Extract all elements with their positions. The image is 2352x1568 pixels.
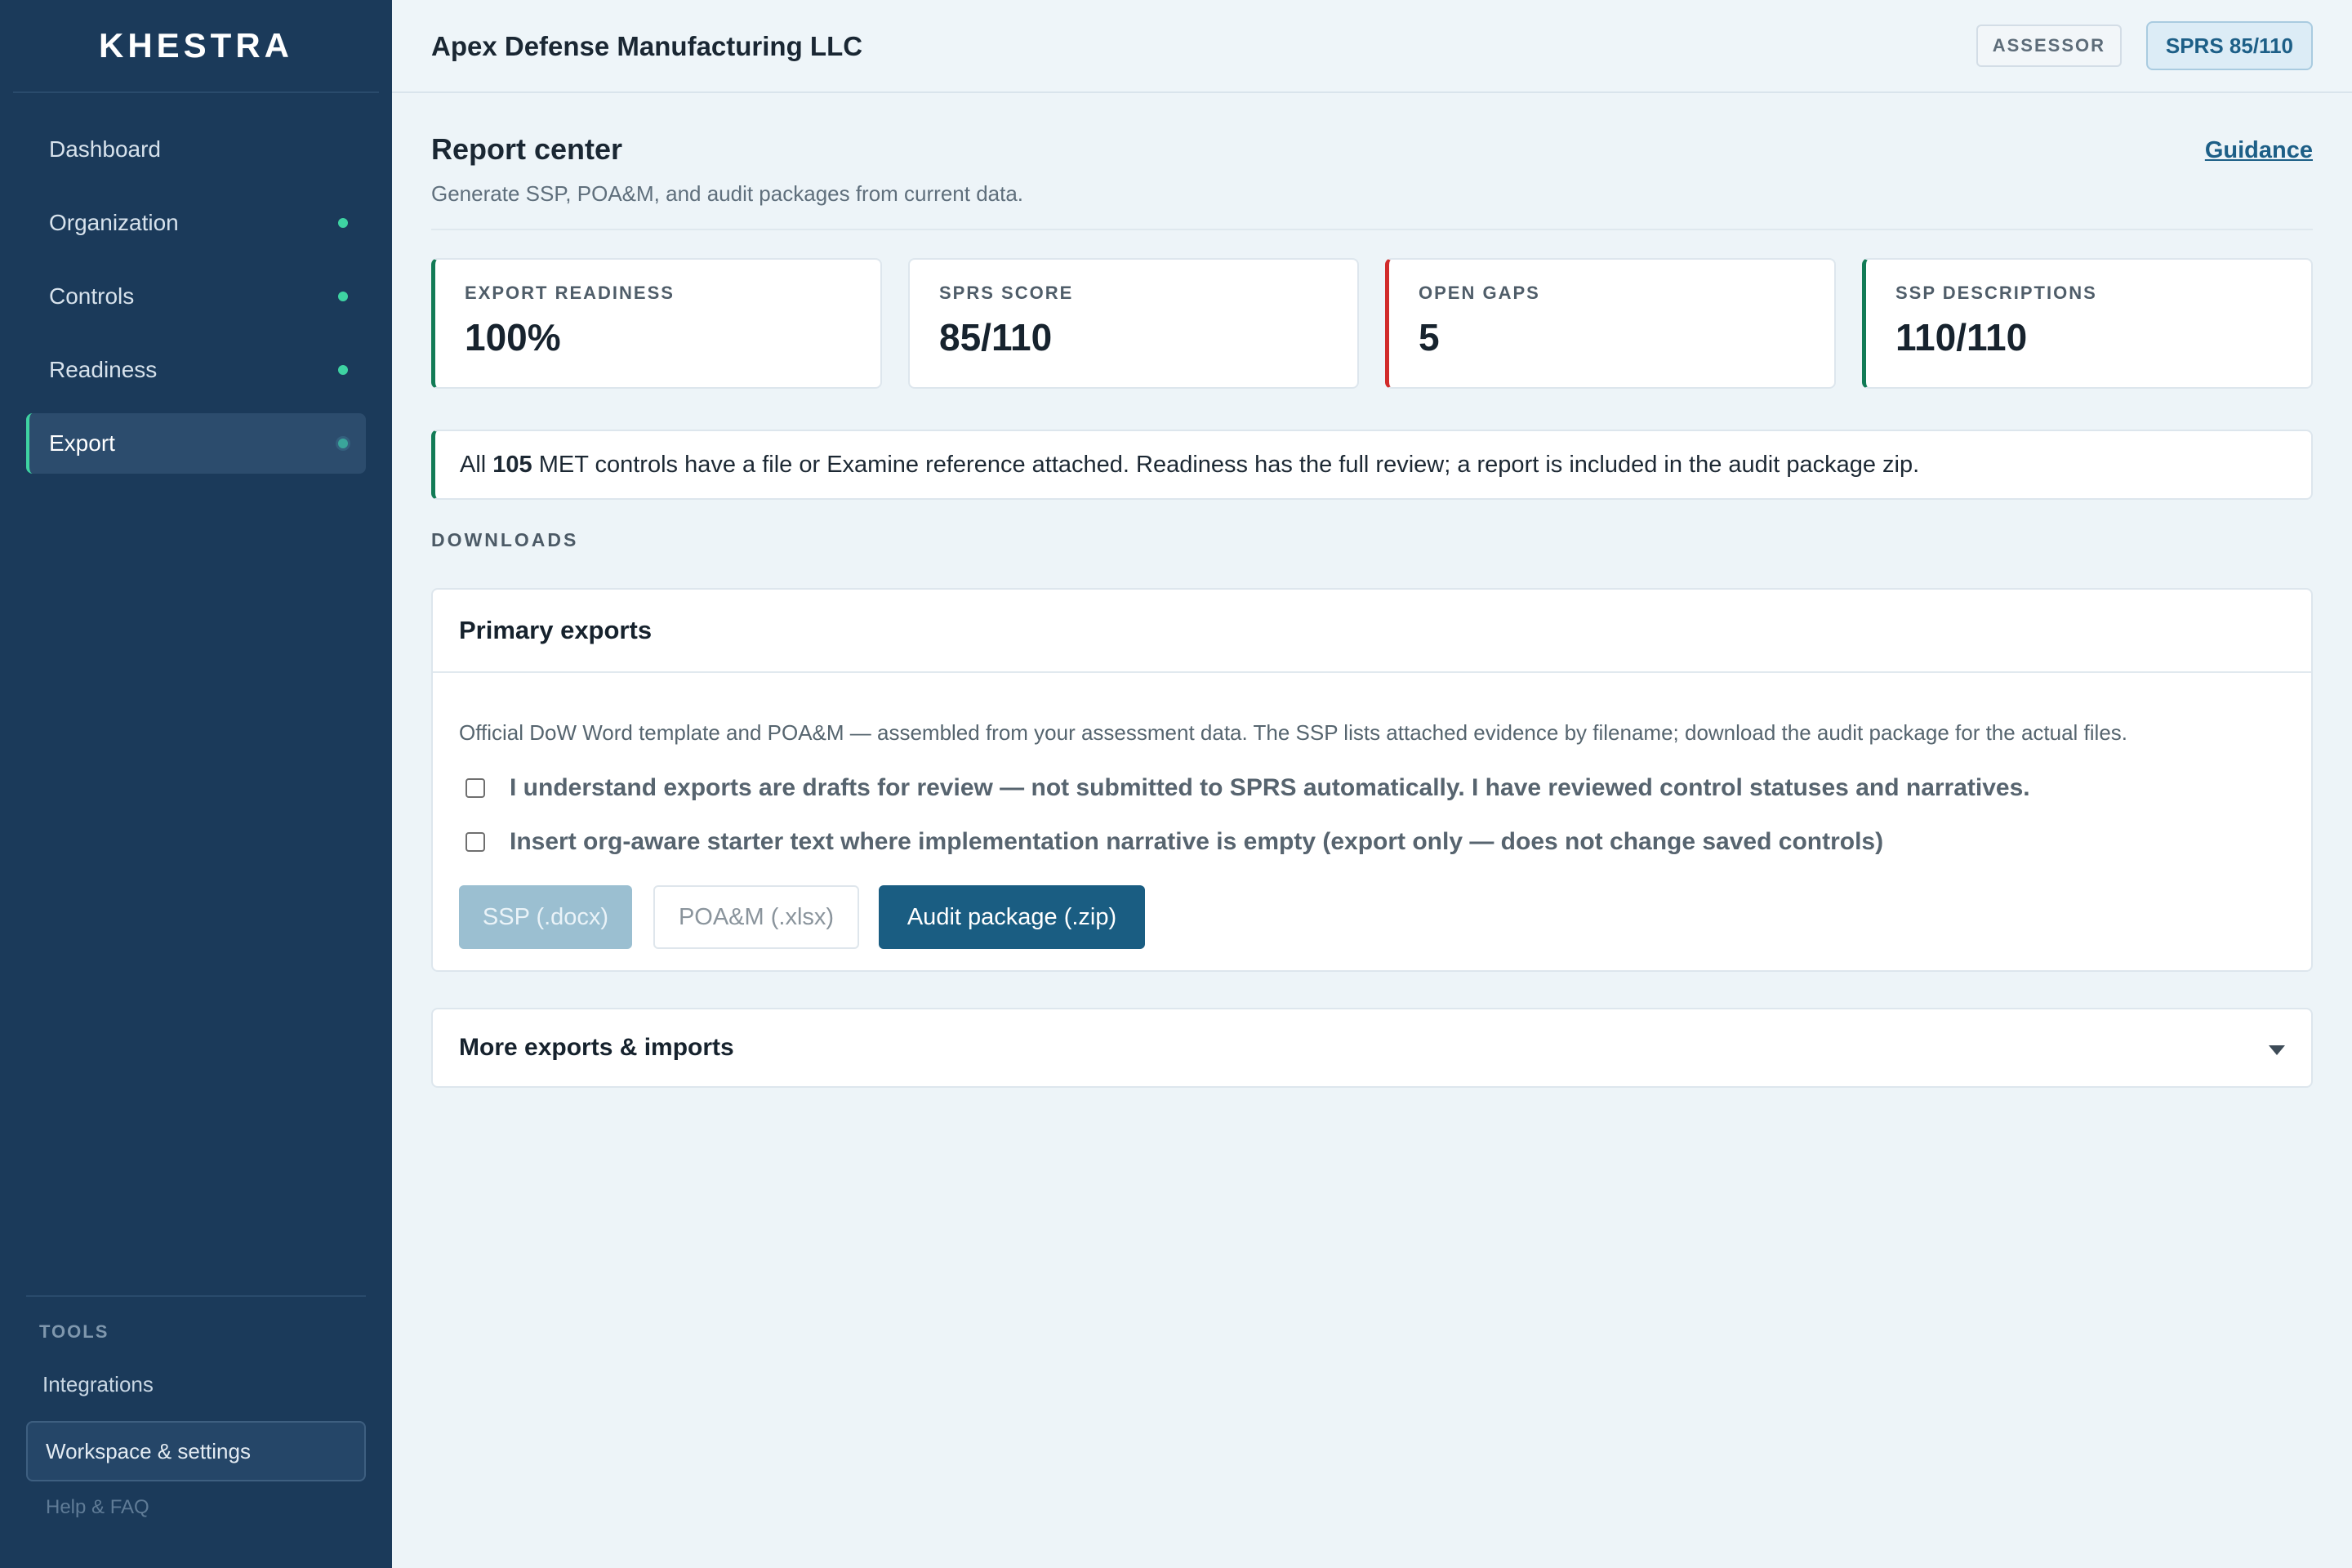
- stat-card-export-readiness: EXPORT READINESS 100%: [431, 258, 882, 389]
- collapsible-title: More exports & imports: [459, 1034, 734, 1061]
- stat-card-open-gaps: OPEN GAPS 5: [1385, 258, 1836, 389]
- sidebar-item-dashboard[interactable]: Dashboard: [26, 119, 366, 180]
- tools-section-title: TOOLS: [39, 1321, 109, 1342]
- brand-logo: KHESTRA: [13, 0, 379, 93]
- sprs-score-badge: SPRS 85/110: [2145, 21, 2313, 70]
- page-title: Report center: [431, 132, 623, 166]
- notice-count: 105: [492, 451, 532, 478]
- sidebar-item-export[interactable]: Export: [26, 413, 366, 474]
- starter-text-checkbox[interactable]: [466, 832, 485, 852]
- stat-label: SPRS SCORE: [939, 283, 1074, 303]
- sidebar-item-readiness[interactable]: Readiness: [26, 340, 366, 400]
- sidebar-item-help[interactable]: Help & FAQ: [46, 1496, 149, 1519]
- sidebar-item-label: Export: [49, 430, 115, 456]
- sidebar-item-label: Dashboard: [49, 136, 161, 162]
- sidebar-nav: Dashboard Organization Controls Readines…: [0, 93, 392, 474]
- sidebar-item-workspace-settings[interactable]: Workspace & settings: [26, 1421, 366, 1481]
- panel-description: Official DoW Word template and POA&M — a…: [459, 720, 2128, 745]
- poam-xlsx-button[interactable]: POA&M (.xlsx): [653, 885, 859, 949]
- draft-acknowledgement-checkbox[interactable]: [466, 778, 485, 798]
- status-dot-icon: [338, 365, 348, 375]
- downloads-section-title: DOWNLOADS: [431, 529, 579, 550]
- more-exports-collapsible[interactable]: More exports & imports: [431, 1008, 2313, 1088]
- ssp-docx-button[interactable]: SSP (.docx): [459, 885, 632, 949]
- chevron-down-icon[interactable]: [2269, 1045, 2285, 1055]
- stat-label: SSP DESCRIPTIONS: [1895, 283, 2097, 303]
- primary-exports-panel: Primary exports Official DoW Word templa…: [431, 588, 2313, 972]
- stat-value: 5: [1419, 316, 1440, 359]
- sidebar-item-controls[interactable]: Controls: [26, 266, 366, 327]
- evidence-notice: All 105 MET controls have a file or Exam…: [431, 430, 2313, 500]
- stats-row: EXPORT READINESS 100% SPRS SCORE 85/110 …: [431, 258, 2313, 389]
- status-dot-icon: [338, 439, 348, 448]
- notice-prefix: All: [460, 451, 487, 478]
- role-badge: ASSESSOR: [1976, 24, 2122, 67]
- sidebar: KHESTRA Dashboard Organization Controls …: [0, 0, 392, 1568]
- stat-label: EXPORT READINESS: [465, 283, 675, 303]
- organization-name: Apex Defense Manufacturing LLC: [431, 31, 863, 61]
- draft-acknowledgement-checkbox-row[interactable]: I understand exports are drafts for revi…: [466, 774, 2030, 802]
- notice-text: MET controls have a file or Examine refe…: [538, 451, 1920, 478]
- top-header: Apex Defense Manufacturing LLC ASSESSOR …: [392, 0, 2352, 93]
- stat-card-sprs-score: SPRS SCORE 85/110: [908, 258, 1359, 389]
- starter-text-checkbox-row[interactable]: Insert org-aware starter text where impl…: [466, 828, 1883, 856]
- stat-label: OPEN GAPS: [1419, 283, 1540, 303]
- checkbox-label: Insert org-aware starter text where impl…: [510, 828, 1884, 855]
- stat-card-ssp-descriptions: SSP DESCRIPTIONS 110/110: [1862, 258, 2313, 389]
- panel-title: Primary exports: [433, 590, 2311, 673]
- status-dot-icon: [338, 218, 348, 228]
- sidebar-item-label: Workspace & settings: [46, 1438, 251, 1463]
- status-dot-icon: [338, 292, 348, 301]
- sidebar-item-label: Controls: [49, 283, 135, 309]
- stat-value: 110/110: [1895, 316, 2028, 359]
- sidebar-item-organization[interactable]: Organization: [26, 193, 366, 253]
- checkbox-label: I understand exports are drafts for revi…: [510, 774, 2030, 801]
- sidebar-divider: [26, 1295, 366, 1297]
- stat-value: 100%: [465, 316, 561, 359]
- stat-value: 85/110: [939, 316, 1053, 359]
- page-subtitle: Generate SSP, POA&M, and audit packages …: [431, 181, 1024, 206]
- divider: [431, 229, 2313, 230]
- sidebar-item-integrations[interactable]: Integrations: [42, 1372, 154, 1397]
- audit-package-button[interactable]: Audit package (.zip): [879, 885, 1145, 949]
- sidebar-item-label: Organization: [49, 210, 179, 235]
- sidebar-item-label: Readiness: [49, 357, 158, 382]
- guidance-link[interactable]: Guidance: [2205, 137, 2313, 164]
